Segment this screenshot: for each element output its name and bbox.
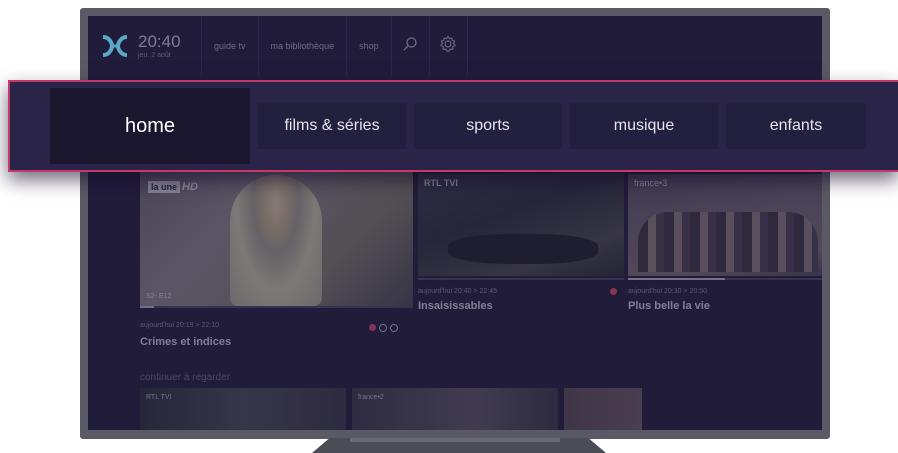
channel-logo: la une HD [148,181,198,193]
program-image [638,212,818,272]
gear-icon [439,34,457,58]
main-menu: home films & séries sports musique enfan… [8,80,898,172]
continue-watching-title: continuer à regarder [140,372,231,383]
search-button[interactable] [392,16,430,76]
continue-item[interactable]: france•2 [352,388,558,430]
menu-item-musique[interactable]: musique [570,103,718,149]
progress-fill [628,278,725,280]
program-title: Plus belle la vie [628,300,710,312]
continue-item[interactable]: RTL TVI [140,388,346,430]
channel-logo: france•3 [634,178,668,188]
replay-icon [390,324,398,332]
nav-guide-tv[interactable]: guide tv [202,16,259,76]
continue-item[interactable] [564,388,642,430]
progress-bar [418,278,624,280]
menu-item-enfants[interactable]: enfants [726,103,866,149]
menu-item-sports[interactable]: sports [414,103,562,149]
episode-tag: S2- E12 [146,293,172,300]
program-title: Crimes et indices [140,336,232,348]
brand-clock: 20:40 jeu. 2 août [88,16,202,76]
program-card-france3[interactable]: france•3 [628,174,822,276]
featured-card[interactable]: la une HD S2- E12 [140,169,413,306]
channel-logo: france•2 [358,394,384,401]
tv-stand-highlight [350,438,560,442]
program-time: aujourd'hui 20:19 > 22:10 [140,322,219,329]
program-image [230,175,322,306]
top-bar: 20:40 jeu. 2 août guide tv ma bibliothèq… [88,16,822,76]
progress-bar [140,306,413,308]
menu-item-home[interactable]: home [50,88,250,164]
channel-logo: RTL TVI [424,178,458,188]
hd-badge: HD [182,181,198,193]
progress-bar [628,278,822,280]
settings-button[interactable] [430,16,468,76]
nav-shop[interactable]: shop [347,16,392,76]
clock-time: 20:40 [138,32,181,51]
age-rating-icon [379,324,387,332]
program-image [448,234,598,264]
search-icon [402,36,418,57]
record-icon [369,324,376,331]
menu-item-films-series[interactable]: films & séries [258,103,406,149]
tv-screen: 20:40 jeu. 2 août guide tv ma bibliothèq… [88,16,822,430]
program-time: aujourd'hui 20:40 > 22:45 [418,288,497,295]
clock-date: jeu. 2 août [138,52,171,59]
channel-logo: RTL TVI [146,394,172,401]
proximus-logo-icon [100,34,130,58]
channel-name: la une [148,181,181,193]
nav-ma-bibliotheque[interactable]: ma bibliothèque [259,16,348,76]
program-card-rtl[interactable]: RTL TVI [418,174,624,276]
program-title: Insaisissables [418,300,493,312]
record-icon [610,288,617,295]
progress-fill [140,306,154,308]
program-time: aujourd'hui 20:30 > 20:50 [628,288,707,295]
